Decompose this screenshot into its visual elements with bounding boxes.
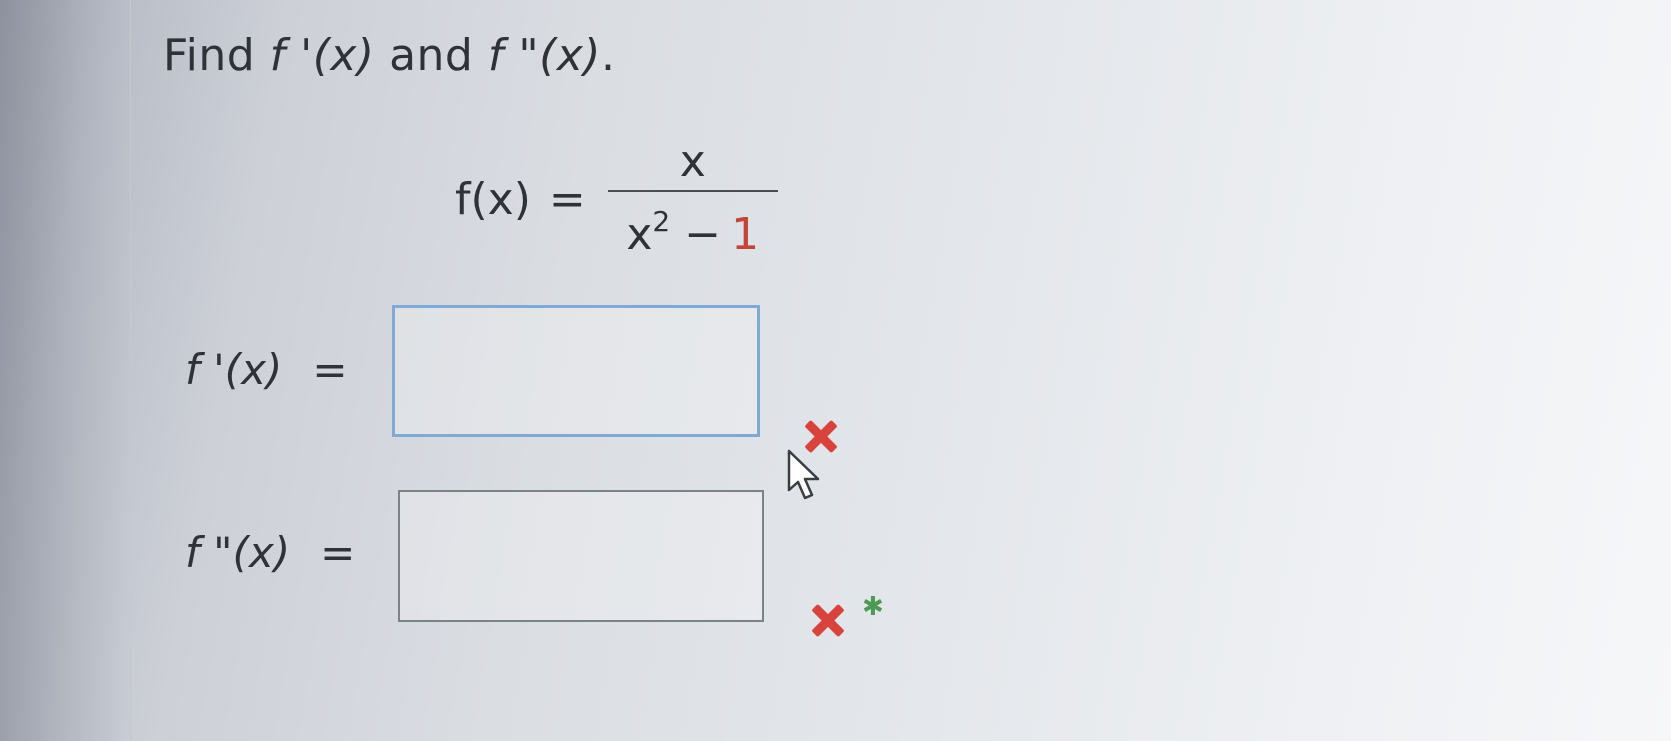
prompt-and: and (374, 30, 488, 81)
denominator-minus: − (684, 209, 722, 260)
function-lhs: f(x) (455, 174, 531, 225)
denominator-exponent: 2 (652, 205, 671, 238)
f-double-prime-row-label: f "(x) = (185, 528, 355, 577)
function-fraction: x x2−1 (607, 136, 778, 259)
f-double-prime-answer-input[interactable] (398, 490, 764, 622)
denominator-constant: 1 (731, 209, 760, 260)
mouse-cursor-icon (787, 449, 820, 500)
given-function: f(x) = x x2−1 (455, 140, 778, 259)
function-equals: = (548, 174, 586, 225)
prompt-f-prime: f '(x) (269, 30, 375, 81)
prompt-period: . (600, 30, 616, 81)
f-double-prime-label: f "(x) (185, 528, 291, 577)
question-border (130, 0, 131, 741)
f-prime-answer-input[interactable] (392, 305, 760, 437)
left-gutter (0, 0, 130, 741)
f-prime-equals: = (312, 345, 348, 394)
prompt-f-double-prime: f "(x) (487, 30, 601, 81)
fraction-denominator: x2−1 (626, 192, 759, 259)
f-double-prime-equals: = (320, 528, 356, 577)
x-mark-icon (807, 600, 847, 640)
asterisk-icon: ✱ (862, 592, 884, 622)
f-prime-row-label: f '(x) = (185, 345, 348, 394)
fraction-numerator: x (679, 136, 706, 187)
question-prompt: Find f '(x) and f "(x). (163, 30, 615, 81)
f-prime-label: f '(x) (185, 345, 283, 394)
denominator-base: x (626, 209, 653, 260)
prompt-find: Find (163, 30, 270, 81)
